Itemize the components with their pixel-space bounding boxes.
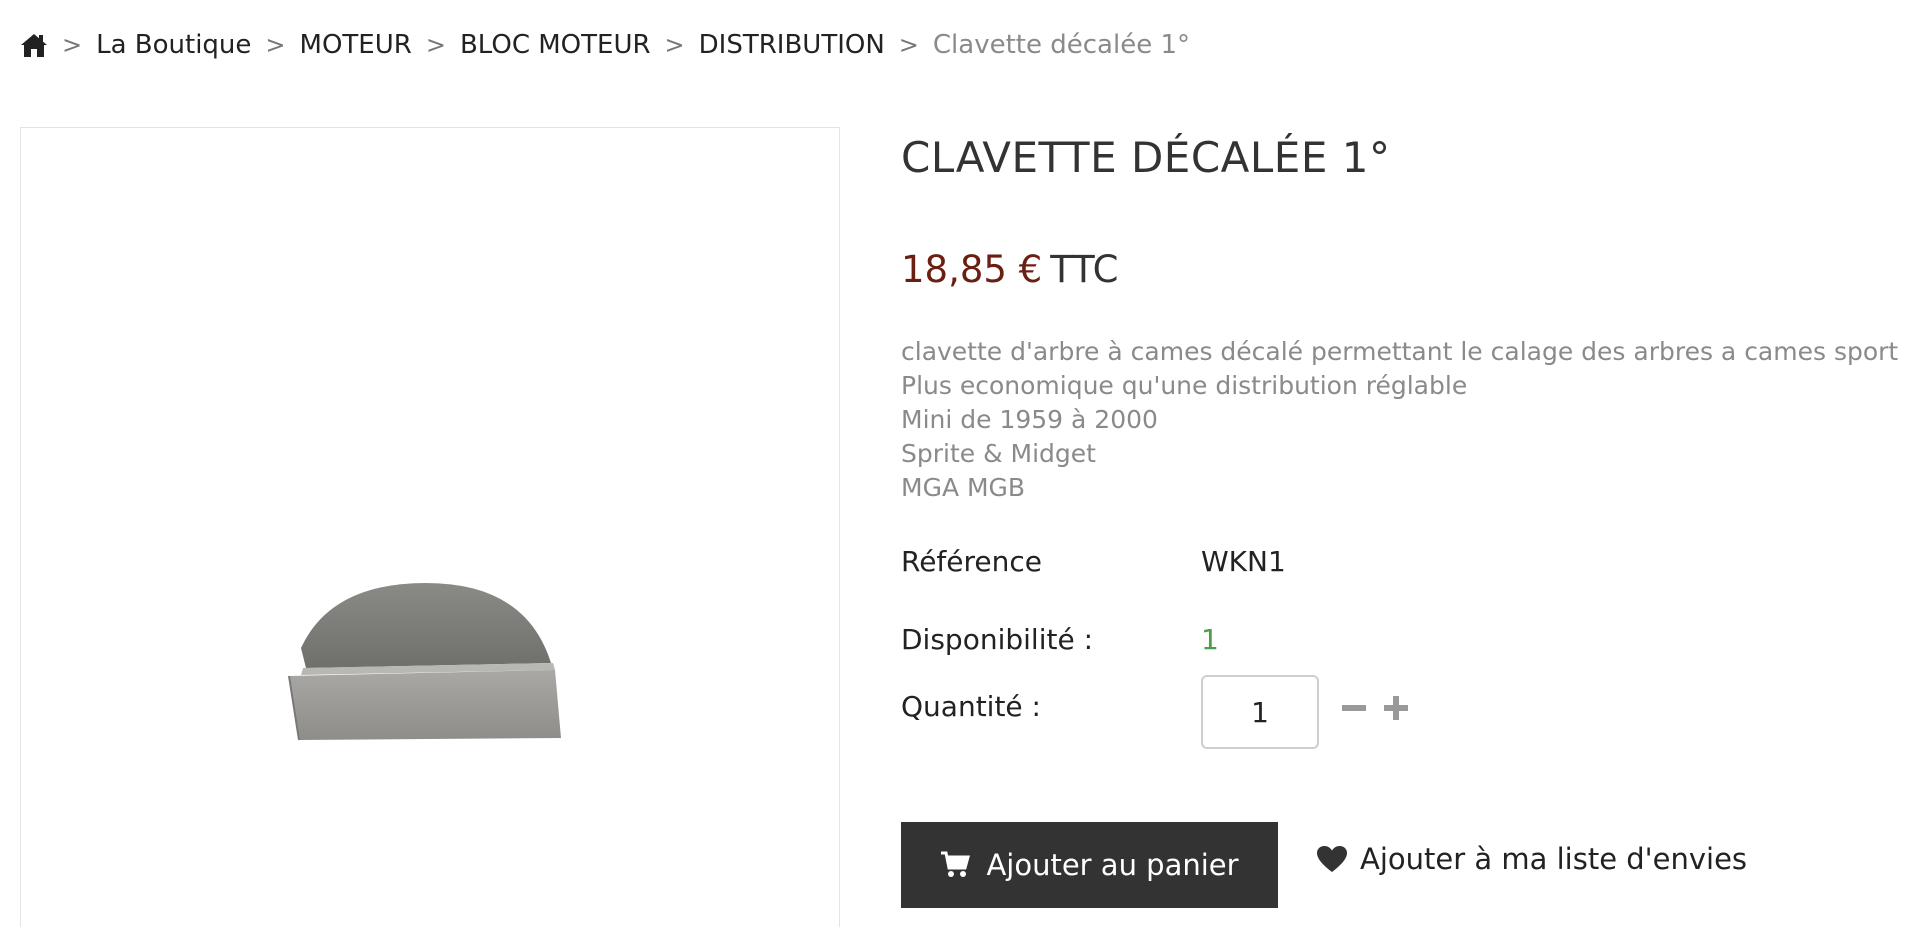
add-to-cart-label: Ajouter au panier [986, 848, 1239, 882]
description-line: clavette d'arbre à cames décalé permetta… [901, 337, 1899, 366]
availability-value: 1 [1201, 623, 1219, 656]
breadcrumb-separator: > [265, 31, 286, 59]
reference-label: Référence [901, 545, 1042, 578]
tax-label: TTC [1050, 248, 1119, 291]
breadcrumb-item-moteur[interactable]: MOTEUR [300, 30, 412, 60]
breadcrumb-separator: > [62, 31, 83, 59]
product-page: > La Boutique > MOTEUR > BLOC MOTEUR > D… [0, 0, 1907, 927]
product-price: 18,85 € [901, 248, 1043, 291]
breadcrumb-item-boutique[interactable]: La Boutique [96, 30, 251, 60]
add-to-wishlist-label: Ajouter à ma liste d'envies [1360, 842, 1748, 876]
product-image [288, 583, 561, 741]
product-title: CLAVETTE DÉCALÉE 1° [901, 133, 1391, 182]
quantity-label: Quantité : [901, 690, 1041, 723]
minus-icon[interactable] [1336, 690, 1372, 726]
home-icon[interactable] [20, 31, 48, 59]
reference-value: WKN1 [1201, 545, 1286, 578]
breadcrumb-item-distribution[interactable]: DISTRIBUTION [699, 30, 885, 60]
product-image-panel[interactable] [20, 127, 840, 927]
breadcrumb-separator: > [898, 31, 919, 59]
breadcrumb-separator: > [425, 31, 446, 59]
price-row: 18,85 € TTC [901, 248, 1118, 291]
description-line: Sprite & Midget [901, 439, 1096, 468]
plus-icon[interactable] [1378, 690, 1414, 726]
description-line: Mini de 1959 à 2000 [901, 405, 1158, 434]
description-line: MGA MGB [901, 473, 1026, 502]
breadcrumb-item-bloc-moteur[interactable]: BLOC MOTEUR [460, 30, 651, 60]
breadcrumb: > La Boutique > MOTEUR > BLOC MOTEUR > D… [20, 30, 1190, 60]
cart-icon [940, 851, 971, 879]
product-description: clavette d'arbre à cames décalé permetta… [901, 335, 1898, 505]
quantity-input[interactable] [1201, 675, 1319, 749]
heart-icon [1316, 845, 1348, 873]
add-to-cart-button[interactable]: Ajouter au panier [901, 822, 1278, 908]
add-to-wishlist-link[interactable]: Ajouter à ma liste d'envies [1316, 842, 1747, 876]
availability-label: Disponibilité : [901, 623, 1094, 656]
breadcrumb-separator: > [664, 31, 685, 59]
breadcrumb-current: Clavette décalée 1° [932, 30, 1190, 60]
description-line: Plus economique qu'une distribution régl… [901, 371, 1468, 400]
product-info: CLAVETTE DÉCALÉE 1° 18,85 € TTC clavette … [901, 130, 1901, 908]
